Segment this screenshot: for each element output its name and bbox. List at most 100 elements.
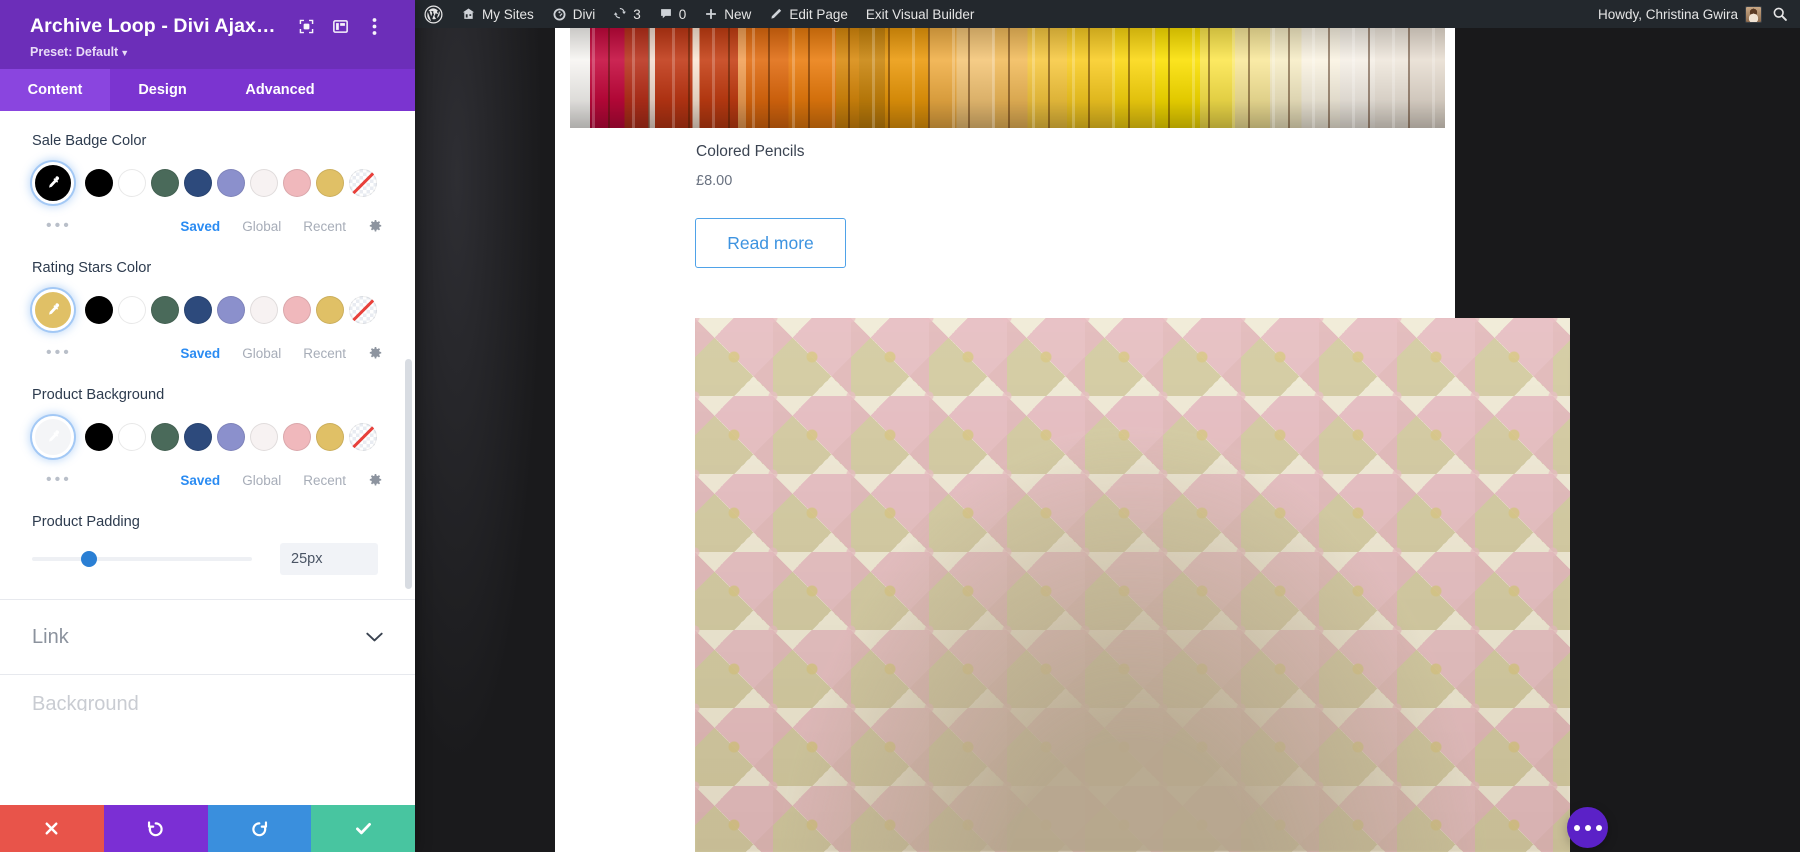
product-padding-slider[interactable] [32, 551, 252, 567]
panel-tabs: Content Design Advanced [0, 69, 415, 111]
meta-link-saved[interactable]: Saved [180, 346, 220, 361]
product-padding-input[interactable]: 25px [280, 543, 378, 575]
swatch-offwhite[interactable] [250, 423, 278, 451]
swatch-transparent[interactable] [349, 296, 377, 324]
admin-bar-wordpress-logo[interactable] [415, 0, 452, 28]
layout-columns-icon[interactable] [328, 14, 352, 38]
swatch-black[interactable] [85, 169, 113, 197]
swatch-offwhite[interactable] [250, 169, 278, 197]
admin-bar-search[interactable] [1762, 0, 1800, 28]
swatch-pink[interactable] [283, 169, 311, 197]
swatch-green[interactable] [151, 169, 179, 197]
swatch-navy[interactable] [184, 423, 212, 451]
field-product-background: Product Background ••• Saved Global Rece… [32, 387, 383, 490]
admin-bar-label: Exit Visual Builder [865, 6, 975, 22]
admin-bar-exit-visual-builder[interactable]: Exit Visual Builder [857, 0, 984, 28]
meta-link-global[interactable]: Global [242, 473, 281, 488]
pencil-icon [769, 7, 783, 21]
comments-icon [659, 7, 673, 21]
tab-design[interactable]: Design [110, 69, 215, 111]
ellipsis-icon [1573, 824, 1580, 831]
module-settings-panel: Archive Loop - Divi Ajax Filt... Preset:… [0, 0, 415, 852]
swatch-periwinkle[interactable] [217, 423, 245, 451]
more-options-dots[interactable]: ••• [46, 218, 72, 234]
admin-bar-label: My Sites [482, 6, 534, 22]
meta-link-recent[interactable]: Recent [303, 346, 346, 361]
search-icon [1772, 6, 1788, 22]
swatch-green[interactable] [151, 296, 179, 324]
product-price: £8.00 [696, 173, 733, 189]
slider-knob[interactable] [81, 551, 98, 567]
color-picker-button[interactable] [32, 289, 74, 331]
eyedropper-icon [45, 429, 62, 446]
meta-link-saved[interactable]: Saved [180, 219, 220, 234]
read-more-button[interactable]: Read more [695, 218, 846, 268]
field-label: Rating Stars Color [32, 260, 152, 276]
more-options-dots[interactable]: ••• [46, 472, 72, 488]
color-picker-button[interactable] [32, 416, 74, 458]
accordion-link[interactable]: Link [0, 600, 415, 675]
panel-preset[interactable]: Preset: Default ▼ [30, 45, 399, 59]
admin-bar-divi[interactable]: Divi [543, 0, 605, 28]
swatch-periwinkle[interactable] [217, 296, 245, 324]
admin-bar-updates[interactable]: 3 [604, 0, 650, 28]
redo-button[interactable] [207, 805, 312, 852]
swatch-green[interactable] [151, 423, 179, 451]
gear-icon[interactable] [368, 219, 383, 234]
swatch-transparent[interactable] [349, 169, 377, 197]
gear-icon[interactable] [368, 346, 383, 361]
admin-bar-comments[interactable]: 0 [650, 0, 696, 28]
panel-scrollbar[interactable] [405, 359, 412, 589]
wp-admin-bar: My Sites Divi 3 0 New Edit Page Exit Vis… [415, 0, 1800, 28]
swatch-navy[interactable] [184, 169, 212, 197]
swatch-meta-row: ••• Saved Global Recent [32, 216, 383, 236]
tab-content[interactable]: Content [0, 69, 110, 111]
meta-link-saved[interactable]: Saved [180, 473, 220, 488]
swatch-gold[interactable] [316, 169, 344, 197]
color-picker-button[interactable] [32, 162, 74, 204]
panel-scroll-area: Sale Badge Color ••• Saved Global Recent… [0, 111, 415, 600]
accordion-background-partial[interactable]: Background [0, 675, 415, 711]
gear-icon[interactable] [368, 473, 383, 488]
meta-link-global[interactable]: Global [242, 219, 281, 234]
divi-icon [552, 7, 567, 22]
swatch-white[interactable] [118, 169, 146, 197]
swatch-periwinkle[interactable] [217, 169, 245, 197]
target-focus-icon[interactable] [294, 14, 318, 38]
field-sale-badge-color: Sale Badge Color ••• Saved Global Recent [32, 133, 383, 236]
swatch-gold[interactable] [316, 296, 344, 324]
admin-bar-edit-page[interactable]: Edit Page [760, 0, 857, 28]
page-canvas: Colored Pencils £8.00 Read more [415, 28, 1800, 852]
pattern-vignette [695, 318, 1570, 852]
admin-bar-new[interactable]: New [695, 0, 760, 28]
undo-button[interactable] [103, 805, 208, 852]
panel-action-bar [0, 805, 415, 852]
admin-bar-account[interactable]: Howdy, Christina Gwira [1589, 0, 1762, 28]
canvas-left-gutter [415, 28, 555, 852]
meta-link-global[interactable]: Global [242, 346, 281, 361]
color-swatch-row [32, 162, 383, 204]
swatch-navy[interactable] [184, 296, 212, 324]
meta-link-recent[interactable]: Recent [303, 219, 346, 234]
chevron-down-icon: ▼ [120, 48, 130, 58]
admin-bar-my-sites[interactable]: My Sites [452, 0, 543, 28]
swatch-transparent[interactable] [349, 423, 377, 451]
swatch-white[interactable] [118, 296, 146, 324]
kebab-menu-icon[interactable] [362, 14, 386, 38]
swatch-meta-row: ••• Saved Global Recent [32, 343, 383, 363]
swatch-white[interactable] [118, 423, 146, 451]
swatch-black[interactable] [85, 296, 113, 324]
tab-advanced[interactable]: Advanced [215, 69, 345, 111]
discard-button[interactable] [0, 805, 104, 852]
swatch-black[interactable] [85, 423, 113, 451]
swatch-gold[interactable] [316, 423, 344, 451]
my-sites-icon [461, 7, 476, 22]
more-options-dots[interactable]: ••• [46, 345, 72, 361]
meta-link-recent[interactable]: Recent [303, 473, 346, 488]
save-button[interactable] [311, 805, 415, 852]
swatch-pink[interactable] [283, 296, 311, 324]
module-options-fab[interactable] [1567, 807, 1608, 848]
swatch-pink[interactable] [283, 423, 311, 451]
swatch-offwhite[interactable] [250, 296, 278, 324]
panel-preset-label: Preset: Default [30, 45, 119, 59]
